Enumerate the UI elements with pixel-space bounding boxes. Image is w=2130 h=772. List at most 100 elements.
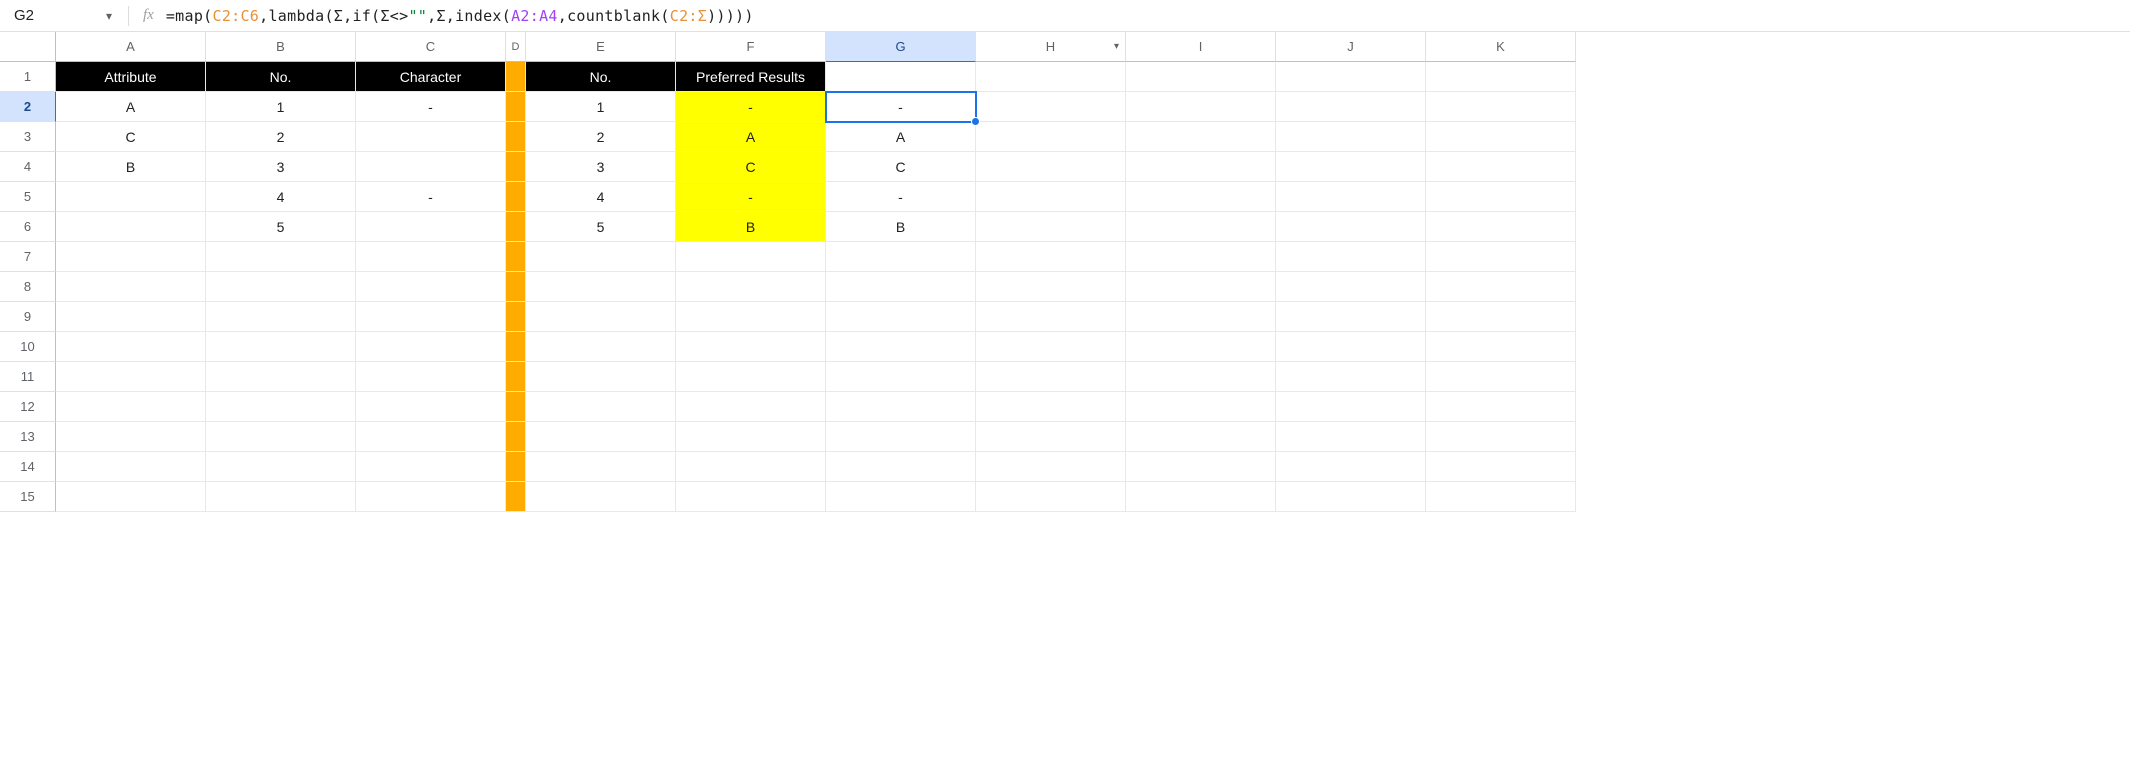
cell-C7[interactable] (356, 242, 506, 272)
cell-D3[interactable] (506, 122, 526, 152)
cell-A10[interactable] (56, 332, 206, 362)
cell-H1[interactable] (976, 62, 1126, 92)
cell-E8[interactable] (526, 272, 676, 302)
cell-A5[interactable] (56, 182, 206, 212)
column-header-F[interactable]: F (676, 32, 826, 62)
cell-I11[interactable] (1126, 362, 1276, 392)
cell-K12[interactable] (1426, 392, 1576, 422)
cell-G4[interactable]: C (826, 152, 976, 182)
cell-J6[interactable] (1276, 212, 1426, 242)
cell-G13[interactable] (826, 422, 976, 452)
cell-K13[interactable] (1426, 422, 1576, 452)
cell-I12[interactable] (1126, 392, 1276, 422)
cell-H9[interactable] (976, 302, 1126, 332)
cell-I8[interactable] (1126, 272, 1276, 302)
cell-H12[interactable] (976, 392, 1126, 422)
row-header-5[interactable]: 5 (0, 182, 56, 212)
cell-K5[interactable] (1426, 182, 1576, 212)
cell-D13[interactable] (506, 422, 526, 452)
row-header-15[interactable]: 15 (0, 482, 56, 512)
cell-B2[interactable]: 1 (206, 92, 356, 122)
name-box[interactable]: G2 (0, 2, 96, 29)
cell-E9[interactable] (526, 302, 676, 332)
column-header-C[interactable]: C (356, 32, 506, 62)
cell-F1[interactable]: Preferred Results (676, 62, 826, 92)
cell-K4[interactable] (1426, 152, 1576, 182)
cell-G12[interactable] (826, 392, 976, 422)
cell-E14[interactable] (526, 452, 676, 482)
cell-C6[interactable] (356, 212, 506, 242)
cell-B5[interactable]: 4 (206, 182, 356, 212)
cell-G11[interactable] (826, 362, 976, 392)
cell-A8[interactable] (56, 272, 206, 302)
cell-A3[interactable]: C (56, 122, 206, 152)
cell-F14[interactable] (676, 452, 826, 482)
row-header-10[interactable]: 10 (0, 332, 56, 362)
row-header-2[interactable]: 2 (0, 92, 56, 122)
cell-J4[interactable] (1276, 152, 1426, 182)
cell-A12[interactable] (56, 392, 206, 422)
cell-F8[interactable] (676, 272, 826, 302)
cell-H5[interactable] (976, 182, 1126, 212)
cell-H7[interactable] (976, 242, 1126, 272)
cell-F3[interactable]: A (676, 122, 826, 152)
chevron-down-icon[interactable]: ▾ (1114, 41, 1119, 52)
cell-A15[interactable] (56, 482, 206, 512)
cell-F15[interactable] (676, 482, 826, 512)
row-header-14[interactable]: 14 (0, 452, 56, 482)
cell-B3[interactable]: 2 (206, 122, 356, 152)
cell-G1[interactable] (826, 62, 976, 92)
cell-D12[interactable] (506, 392, 526, 422)
cell-G6[interactable]: B (826, 212, 976, 242)
cell-A2[interactable]: A (56, 92, 206, 122)
cell-B10[interactable] (206, 332, 356, 362)
cell-F6[interactable]: B (676, 212, 826, 242)
cell-D4[interactable] (506, 152, 526, 182)
name-box-dropdown[interactable]: ▾ (96, 2, 122, 29)
row-header-6[interactable]: 6 (0, 212, 56, 242)
cell-A14[interactable] (56, 452, 206, 482)
cell-K1[interactable] (1426, 62, 1576, 92)
cell-B8[interactable] (206, 272, 356, 302)
cell-F4[interactable]: C (676, 152, 826, 182)
cell-I14[interactable] (1126, 452, 1276, 482)
cell-B7[interactable] (206, 242, 356, 272)
cell-K10[interactable] (1426, 332, 1576, 362)
cell-J13[interactable] (1276, 422, 1426, 452)
cell-K2[interactable] (1426, 92, 1576, 122)
cell-G7[interactable] (826, 242, 976, 272)
cell-C1[interactable]: Character (356, 62, 506, 92)
cell-K6[interactable] (1426, 212, 1576, 242)
cell-G2[interactable]: - (826, 92, 976, 122)
row-header-3[interactable]: 3 (0, 122, 56, 152)
row-header-7[interactable]: 7 (0, 242, 56, 272)
cell-H10[interactable] (976, 332, 1126, 362)
cell-H13[interactable] (976, 422, 1126, 452)
cell-A6[interactable] (56, 212, 206, 242)
cell-B14[interactable] (206, 452, 356, 482)
cell-J15[interactable] (1276, 482, 1426, 512)
cell-E4[interactable]: 3 (526, 152, 676, 182)
column-header-J[interactable]: J (1276, 32, 1426, 62)
cell-H4[interactable] (976, 152, 1126, 182)
cell-J11[interactable] (1276, 362, 1426, 392)
cell-J14[interactable] (1276, 452, 1426, 482)
cell-A4[interactable]: B (56, 152, 206, 182)
cell-K8[interactable] (1426, 272, 1576, 302)
cell-G5[interactable]: - (826, 182, 976, 212)
cell-G10[interactable] (826, 332, 976, 362)
cell-E15[interactable] (526, 482, 676, 512)
cell-F9[interactable] (676, 302, 826, 332)
cell-B9[interactable] (206, 302, 356, 332)
cell-I3[interactable] (1126, 122, 1276, 152)
cell-B12[interactable] (206, 392, 356, 422)
cell-E13[interactable] (526, 422, 676, 452)
column-header-D[interactable]: D (506, 32, 526, 62)
cell-E11[interactable] (526, 362, 676, 392)
cell-B11[interactable] (206, 362, 356, 392)
column-header-B[interactable]: B (206, 32, 356, 62)
cell-E7[interactable] (526, 242, 676, 272)
cell-D8[interactable] (506, 272, 526, 302)
cell-H2[interactable] (976, 92, 1126, 122)
cell-A9[interactable] (56, 302, 206, 332)
